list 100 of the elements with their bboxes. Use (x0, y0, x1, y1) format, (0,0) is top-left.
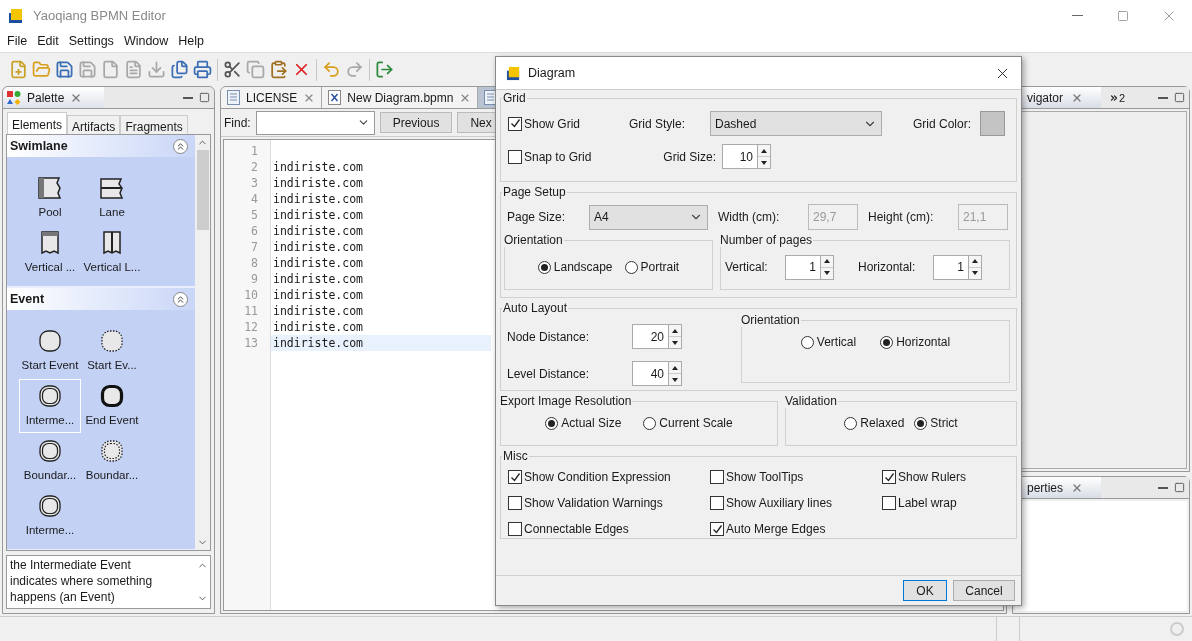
panel-tab[interactable]: Palette (3, 87, 105, 108)
checkbox-label: Show Condition Expression (524, 469, 671, 486)
field-label: Vertical: (725, 259, 769, 276)
document-icon (227, 90, 240, 105)
spin-up-button[interactable] (669, 362, 681, 374)
line-number: 5 (250, 207, 259, 223)
number-field[interactable]: 1 (785, 254, 821, 280)
printer-icon[interactable] (193, 60, 212, 79)
palette-item[interactable]: Lane (81, 171, 143, 225)
spin-down-button[interactable] (758, 157, 770, 168)
checkbox[interactable] (508, 149, 522, 164)
checkbox[interactable] (508, 470, 522, 484)
maximize-icon[interactable] (1174, 482, 1185, 493)
radio-button[interactable] (545, 416, 559, 430)
number-field[interactable]: 1 (933, 254, 969, 280)
radio-label: Vertical (816, 334, 857, 351)
menu-item[interactable]: Edit (32, 32, 64, 51)
section-header[interactable]: Swimlane (7, 135, 195, 157)
save-icon[interactable] (55, 60, 74, 79)
field-label: Grid Color: (913, 115, 971, 133)
palette-item[interactable]: Vertical L... (81, 226, 143, 280)
spin-up-button[interactable] (821, 255, 833, 268)
find-field[interactable] (255, 110, 375, 135)
spin-down-button[interactable] (821, 267, 833, 279)
palette-item[interactable]: End Event (81, 379, 143, 433)
tab[interactable]: Elements (7, 112, 68, 134)
checkbox[interactable] (508, 496, 522, 510)
palette-item[interactable]: Boundar... (19, 434, 81, 488)
dropdown[interactable]: A4 (589, 204, 708, 230)
maximize-icon[interactable] (199, 92, 210, 103)
exit-icon[interactable] (375, 60, 394, 79)
radio-button[interactable] (624, 260, 638, 274)
field-label: Page Size: (506, 209, 567, 226)
dialog-button[interactable]: OK (903, 580, 947, 601)
documents-icon[interactable] (170, 60, 189, 79)
checkbox[interactable] (882, 496, 896, 510)
editor-tab[interactable]: New Diagram.bpmn (322, 87, 479, 108)
dialog-title: Diagram (528, 64, 576, 82)
spin-up-button[interactable] (758, 145, 770, 157)
dropdown[interactable]: Dashed (710, 111, 882, 136)
spin-down-button[interactable] (669, 337, 681, 348)
paste-icon[interactable] (269, 60, 288, 79)
section-header[interactable]: Event (7, 288, 195, 310)
palette-item[interactable]: Start Ev... (81, 324, 143, 378)
radio-button[interactable] (914, 416, 928, 430)
spin-down-button[interactable] (969, 267, 981, 279)
checkbox[interactable] (508, 522, 522, 536)
number-field[interactable]: 20 (632, 324, 669, 349)
down-triangle-icon (672, 377, 678, 382)
checkbox-label: Show Grid (524, 115, 581, 133)
code-line: indiriste.com (272, 207, 363, 223)
menu-item[interactable]: Settings (63, 32, 119, 51)
palette-item[interactable]: Interme... (19, 379, 81, 433)
palette-item[interactable]: Start Event (19, 324, 81, 378)
checkbox[interactable] (710, 522, 724, 536)
editor-tab[interactable]: LICENSE (221, 87, 323, 108)
find-button[interactable]: Previous (379, 112, 453, 133)
line-number: 13 (243, 335, 259, 351)
checkbox[interactable] (882, 470, 896, 484)
line-number: 3 (250, 175, 259, 191)
radio-button[interactable] (844, 416, 858, 430)
palette-item[interactable]: Interme... (19, 489, 81, 543)
spin-up-button[interactable] (969, 255, 981, 268)
spin-down-button[interactable] (669, 374, 681, 385)
more-tabs-button[interactable]: 2 (1109, 92, 1126, 103)
tab[interactable]: Fragments (120, 115, 188, 134)
minimize-icon[interactable] (1158, 486, 1168, 489)
radio-button[interactable] (880, 335, 894, 349)
palette-item[interactable]: Pool (19, 171, 81, 225)
radio-button[interactable] (643, 416, 657, 430)
scissors-icon[interactable] (223, 60, 242, 79)
maximize-icon[interactable] (1174, 92, 1185, 103)
tab[interactable]: Artifacts (67, 115, 121, 134)
collapse-icon[interactable] (173, 291, 188, 307)
minimize-icon[interactable] (183, 96, 193, 99)
checkbox[interactable] (710, 496, 724, 510)
down-triangle-icon (672, 340, 678, 345)
scrollbar-thumb[interactable] (196, 150, 209, 230)
number-field[interactable]: 40 (632, 361, 669, 386)
radio-button[interactable] (537, 260, 551, 274)
number-field[interactable]: 10 (722, 144, 758, 169)
down-triangle-icon (972, 271, 978, 275)
menu-item[interactable]: File (2, 32, 33, 51)
group-label: Page Setup (502, 185, 567, 199)
line-number: 2 (250, 159, 259, 175)
dialog-button[interactable]: Cancel (953, 580, 1015, 601)
collapse-icon[interactable] (173, 138, 188, 154)
field-label: Height (cm): (868, 209, 935, 226)
checkbox[interactable] (710, 470, 724, 484)
palette-item[interactable]: Boundar... (81, 434, 143, 488)
menu-item[interactable]: Help (173, 32, 210, 51)
checkbox[interactable] (508, 116, 522, 131)
color-swatch[interactable] (980, 111, 1005, 136)
radio-button[interactable] (800, 335, 814, 349)
minimize-icon[interactable] (1158, 96, 1168, 99)
palette-item[interactable]: Vertical ... (19, 226, 81, 280)
spin-up-button[interactable] (669, 325, 681, 337)
line-number: 4 (250, 191, 259, 207)
menu-item[interactable]: Window (118, 32, 174, 51)
field-label: Level Distance: (506, 365, 591, 383)
